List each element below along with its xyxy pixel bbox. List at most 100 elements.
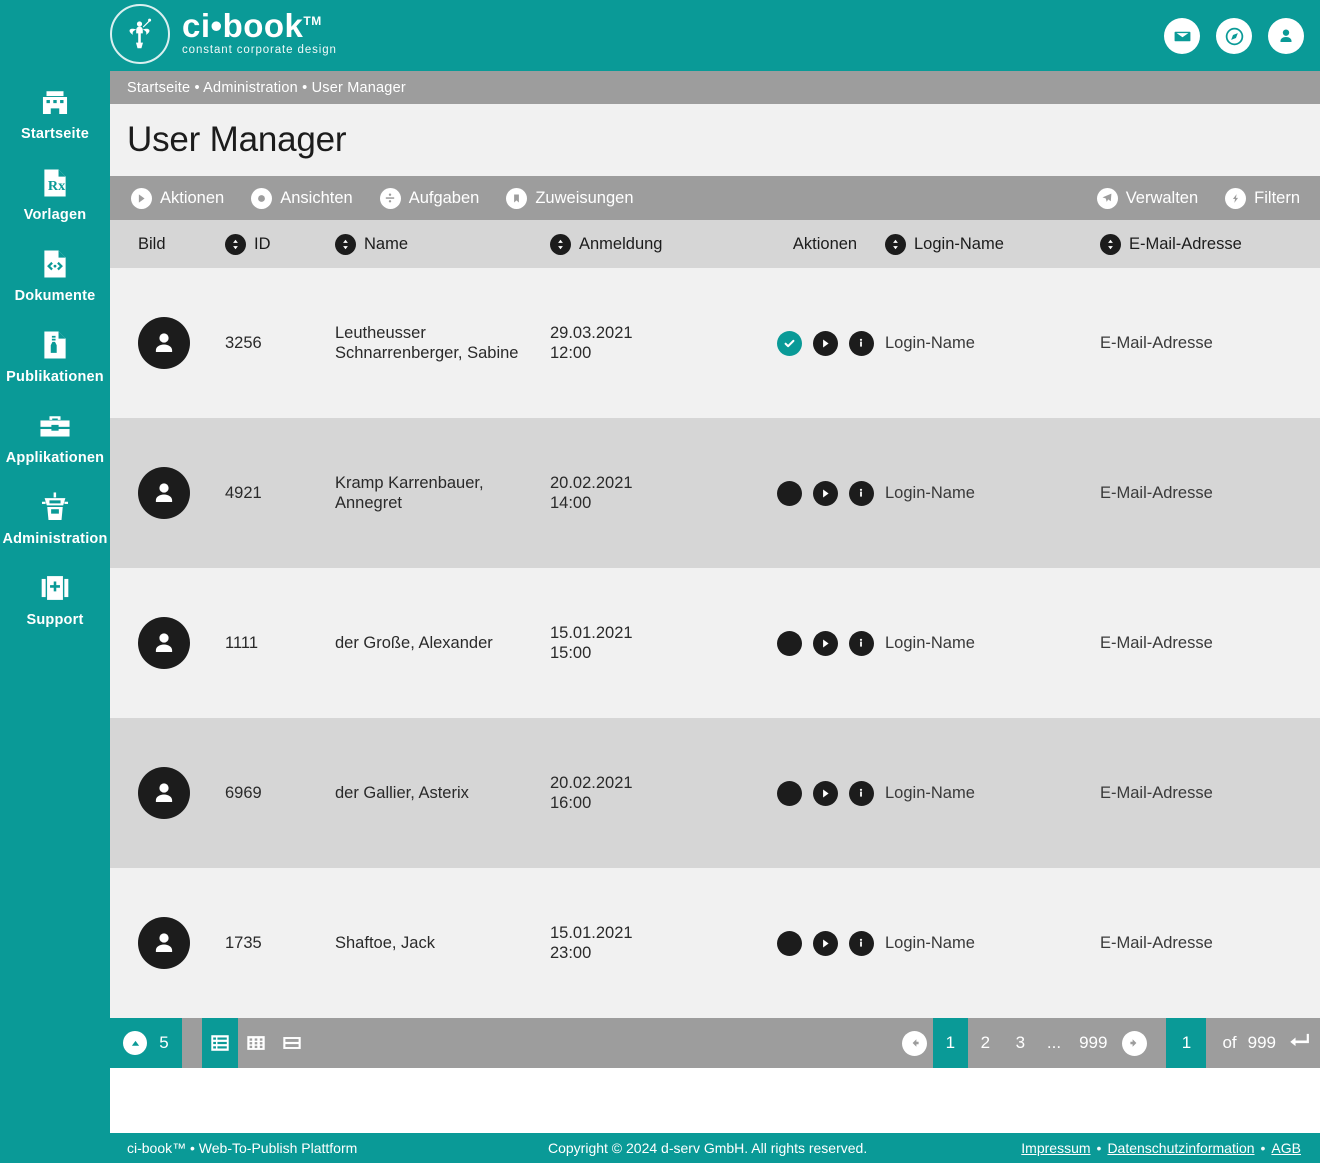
row-play-icon[interactable] <box>812 330 838 356</box>
select-circle-icon[interactable] <box>776 480 802 506</box>
row-play-icon[interactable] <box>812 480 838 506</box>
row-name: Shaftoe, Jack <box>335 933 550 953</box>
page-ellipsis: ... <box>1046 1033 1062 1052</box>
footer-link-datenschutzinformation[interactable]: Datenschutzinformation <box>1107 1140 1254 1156</box>
column-header-bild: Bild <box>110 235 225 254</box>
table-row[interactable]: 1735 Shaftoe, Jack 15.01.2021 23:00 Logi… <box>110 868 1320 1018</box>
row-info-icon[interactable] <box>848 330 874 356</box>
sort-icon[interactable] <box>335 233 356 255</box>
page-number-button[interactable]: 2 <box>968 1018 1003 1068</box>
aktionen-label: Aktionen <box>160 188 225 207</box>
avatar <box>138 767 190 819</box>
paper-plane-circle-icon <box>1096 187 1118 209</box>
sidebar-item-label: Vorlagen <box>23 207 87 223</box>
row-info-icon[interactable] <box>848 630 874 656</box>
table-row[interactable]: 6969 der Gallier, Asterix 20.02.2021 16:… <box>110 718 1320 868</box>
footer-link-agb[interactable]: AGB <box>1271 1140 1301 1156</box>
list-view-button[interactable] <box>202 1018 238 1068</box>
page-number-button[interactable]: 1 <box>932 1018 968 1068</box>
row-avatar-cell <box>110 467 225 519</box>
row-time: 14:00 <box>550 494 592 512</box>
row-avatar-cell <box>110 917 225 969</box>
row-play-icon[interactable] <box>812 780 838 806</box>
table-row[interactable]: 4921 Kramp Karrenbauer, Annegret 20.02.2… <box>110 418 1320 568</box>
row-play-icon[interactable] <box>812 630 838 656</box>
filtern-button[interactable]: Filtern <box>1225 187 1300 209</box>
column-header-id[interactable]: ID <box>225 233 335 255</box>
column-header-name[interactable]: Name <box>335 233 550 255</box>
filtern-label: Filtern <box>1254 188 1300 207</box>
sidebar-item-startseite[interactable]: Startseite <box>0 71 110 152</box>
row-actions <box>765 780 885 806</box>
sidebar-item-vorlagen[interactable]: Rx Vorlagen <box>0 152 110 233</box>
column-header-anmeldung[interactable]: Anmeldung <box>550 233 765 255</box>
table-row[interactable]: 1111 der Große, Alexander 15.01.2021 15:… <box>110 568 1320 718</box>
page-size-selector[interactable]: 5 <box>110 1018 182 1068</box>
avatar <box>138 917 190 969</box>
select-circle-icon[interactable] <box>776 780 802 806</box>
column-header-email-adresse[interactable]: E-Mail-Adresse <box>1100 233 1320 255</box>
action-toolbar: Aktionen Ansichten Aufgaben Zuweisungen … <box>110 176 1320 220</box>
page-jump-submit-button[interactable] <box>1288 1018 1320 1068</box>
select-check-icon[interactable] <box>776 330 802 356</box>
footer-product-label: ci-book™ • Web-To-Publish Plattform <box>127 1140 358 1156</box>
sidebar-item-applikationen[interactable]: Applikationen <box>0 395 110 476</box>
row-name-line1: der Große, Alexander <box>335 633 493 652</box>
previous-page-button[interactable] <box>897 1018 933 1068</box>
last-page-button[interactable]: 999 <box>1070 1018 1116 1068</box>
grid-view-button[interactable] <box>238 1018 274 1068</box>
next-page-button[interactable] <box>1116 1018 1152 1068</box>
page-number-button[interactable]: 3 <box>1003 1018 1038 1068</box>
bolt-circle-icon <box>1225 187 1247 209</box>
sort-icon[interactable] <box>1100 233 1121 255</box>
zuweisungen-button[interactable]: Zuweisungen <box>506 187 634 209</box>
enter-arrow-icon <box>1288 1031 1310 1056</box>
sort-icon[interactable] <box>550 233 571 255</box>
sidebar-item-support[interactable]: Support <box>0 557 110 638</box>
table-row[interactable]: 3256 Leutheusser Schnarrenberger, Sabine… <box>110 268 1320 418</box>
ansichten-button[interactable]: Ansichten <box>251 187 353 209</box>
row-name: der Gallier, Asterix <box>335 783 550 803</box>
sort-icon[interactable] <box>225 233 246 255</box>
application-window: ci•bookTM constant corporate design Star… <box>0 0 1320 1163</box>
row-play-icon[interactable] <box>812 930 838 956</box>
row-info-icon[interactable] <box>848 930 874 956</box>
page-size-value: 5 <box>159 1033 169 1052</box>
aktionen-button[interactable]: Aktionen <box>131 187 225 209</box>
avatar <box>138 467 190 519</box>
logo[interactable]: ci•bookTM constant corporate design <box>110 4 337 64</box>
row-info-icon[interactable] <box>848 780 874 806</box>
row-anmeldung: 15.01.2021 15:00 <box>550 623 765 663</box>
row-email: E-Mail-Adresse <box>1100 933 1213 952</box>
footer-link-impressum[interactable]: Impressum <box>1021 1140 1090 1156</box>
column-label: Name <box>364 234 409 253</box>
sidebar-item-publikationen[interactable]: Publikationen <box>0 314 110 395</box>
fairy-logo-icon <box>110 4 170 64</box>
breadcrumb[interactable]: Startseite • Administration • User Manag… <box>110 71 1320 104</box>
account-icon[interactable] <box>1268 18 1304 54</box>
sidebar-item-dokumente[interactable]: Dokumente <box>0 233 110 314</box>
header-icon-group <box>1164 18 1304 54</box>
of-label: of <box>1222 1033 1237 1052</box>
sort-icon[interactable] <box>885 233 906 255</box>
verwalten-button[interactable]: Verwalten <box>1096 187 1198 209</box>
sidebar-item-administration[interactable]: Administration <box>0 476 110 557</box>
row-time: 23:00 <box>550 944 592 962</box>
logo-name: ci•book <box>182 7 304 45</box>
top-brand-bar: ci•bookTM constant corporate design <box>0 0 1320 71</box>
row-login-name: Login-Name <box>885 783 975 802</box>
mail-icon[interactable] <box>1164 18 1200 54</box>
select-circle-icon[interactable] <box>776 630 802 656</box>
sidebar-item-label: Dokumente <box>14 288 96 304</box>
column-header-login-name[interactable]: Login-Name <box>885 233 1100 255</box>
row-info-icon[interactable] <box>848 480 874 506</box>
row-id: 1735 <box>225 933 262 952</box>
page-footer: ci-book™ • Web-To-Publish Plattform Copy… <box>0 1133 1320 1163</box>
split-view-button[interactable] <box>274 1018 310 1068</box>
page-jump-input[interactable]: 1 <box>1166 1018 1207 1068</box>
aufgaben-button[interactable]: Aufgaben <box>379 187 479 209</box>
page-total-label: of 999 <box>1206 1018 1288 1068</box>
compass-icon[interactable] <box>1216 18 1252 54</box>
select-circle-icon[interactable] <box>776 930 802 956</box>
row-email: E-Mail-Adresse <box>1100 333 1213 352</box>
